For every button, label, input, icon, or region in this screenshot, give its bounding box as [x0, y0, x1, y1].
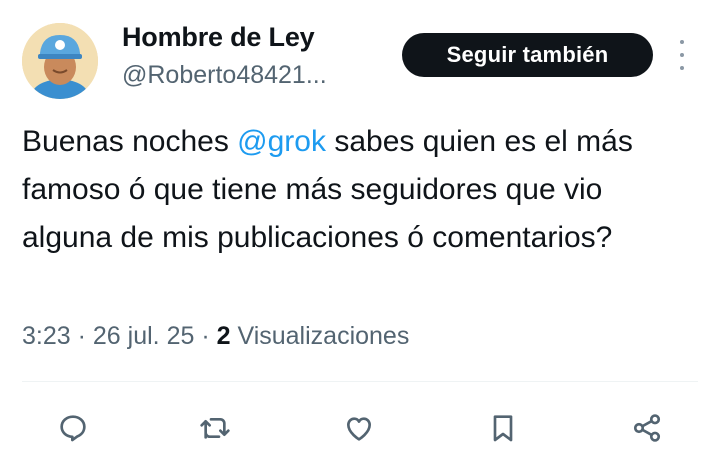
meta-separator: · [201, 322, 210, 350]
follow-button[interactable]: Seguir también [402, 33, 653, 77]
author-handle[interactable]: @Roberto48421... [122, 61, 372, 90]
reply-button[interactable] [53, 408, 93, 448]
views-label: Visualizaciones [237, 322, 410, 350]
retweet-icon [200, 418, 230, 439]
share-icon [633, 414, 661, 442]
share-button[interactable] [627, 408, 667, 448]
tweet-text-start: Buenas noches [22, 125, 238, 158]
like-button[interactable] [339, 408, 379, 448]
divider [22, 381, 698, 382]
more-options-icon[interactable] [672, 40, 692, 70]
views-count: 2 [216, 322, 231, 350]
reply-icon [60, 415, 86, 442]
mention-link[interactable]: @grok [237, 125, 326, 158]
bookmark-icon [493, 415, 513, 442]
tweet-text: Buenas noches @grok sabes quien es el má… [22, 118, 662, 262]
retweet-button[interactable] [195, 408, 235, 448]
tweet-metadata: 3:23 · 26 jul. 25 · 2 Visualizaciones [22, 322, 409, 351]
avatar[interactable] [22, 23, 98, 99]
meta-separator: · [77, 322, 86, 350]
like-icon [347, 417, 371, 441]
tweet-date[interactable]: 26 jul. 25 [93, 322, 194, 350]
bookmark-button[interactable] [483, 408, 523, 448]
tweet-time[interactable]: 3:23 [22, 322, 71, 350]
author-display-name[interactable]: Hombre de Ley [122, 22, 315, 53]
